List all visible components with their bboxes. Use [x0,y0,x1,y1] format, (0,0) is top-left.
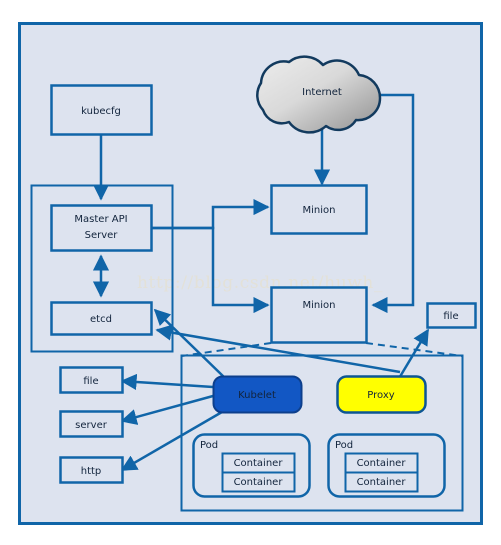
node-kubelet-label: Kubelet [238,390,276,401]
node-file-right[interactable]: file [426,302,477,329]
container-right-2[interactable]: Container [344,471,419,493]
container-right-1-label: Container [357,458,407,469]
node-server-left[interactable]: server [59,410,124,438]
node-server-left-label: server [75,420,108,431]
pod-left[interactable]: Pod Container Container [192,433,311,498]
node-minion-bottom[interactable]: Minion [270,286,368,344]
node-kubelet[interactable]: Kubelet [212,375,303,414]
node-proxy[interactable]: Proxy [336,375,427,414]
diagram-canvas: http://blog.csdn.net/huwh_ kubecfg Maste… [0,0,501,545]
node-master-api-server[interactable]: Master API Server [50,204,153,252]
node-file-left-label: file [83,376,98,387]
pod-left-label: Pod [200,440,218,451]
node-file-left[interactable]: file [59,366,124,394]
node-internet-label: Internet [302,87,342,98]
node-etcd-label: etcd [90,314,112,325]
container-left-1-label: Container [234,458,284,469]
container-right-1[interactable]: Container [344,452,419,474]
node-minion-top-label: Minion [303,205,336,216]
container-right-2-label: Container [357,477,407,488]
node-minion-bottom-label: Minion [303,300,336,311]
node-minion-top[interactable]: Minion [270,184,368,235]
node-kubecfg-label: kubecfg [81,106,121,117]
node-master-api-server-label-line1: Master API [74,214,127,225]
node-master-api-server-label-line2: Server [85,230,119,241]
node-kubecfg[interactable]: kubecfg [50,84,153,136]
node-etcd[interactable]: etcd [50,301,153,336]
pod-right-label: Pod [335,440,353,451]
container-left-2-label: Container [234,477,284,488]
node-file-right-label: file [443,311,458,322]
node-http-left-label: http [81,466,102,477]
pod-right[interactable]: Pod Container Container [327,433,446,498]
kubernetes-architecture-diagram: http://blog.csdn.net/huwh_ kubecfg Maste… [18,22,483,525]
node-proxy-label: Proxy [367,390,394,401]
container-left-2[interactable]: Container [221,471,296,493]
node-http-left[interactable]: http [59,456,124,484]
container-left-1[interactable]: Container [221,452,296,474]
